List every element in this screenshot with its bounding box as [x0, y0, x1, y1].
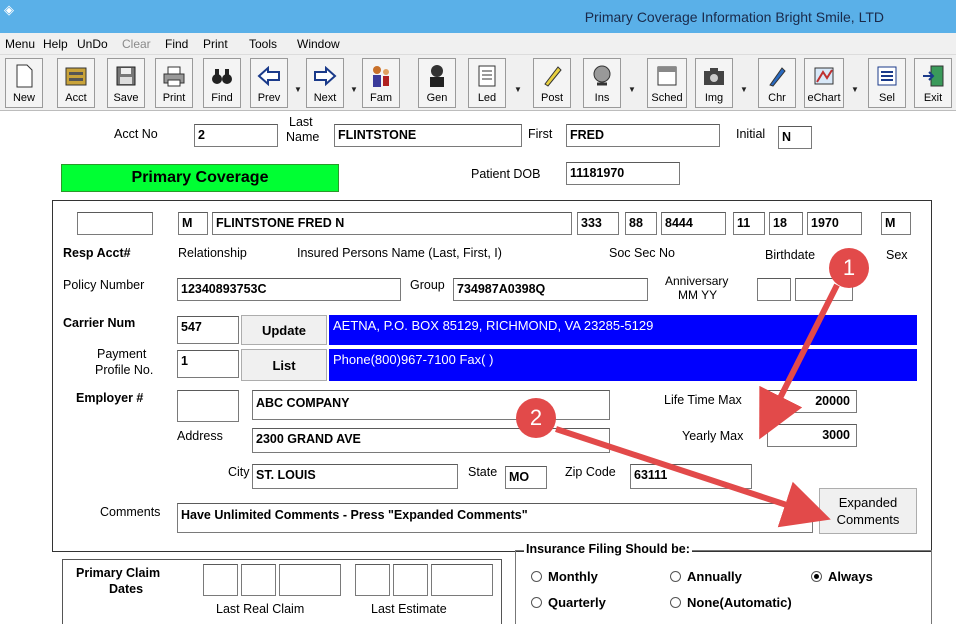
- annotation-arrows: [555, 283, 840, 528]
- arrow-to-yearly-max: [759, 283, 840, 440]
- callout-1: 1: [829, 248, 869, 288]
- arrow-to-expanded-comments: [555, 426, 831, 528]
- callout-2: 2: [516, 398, 556, 438]
